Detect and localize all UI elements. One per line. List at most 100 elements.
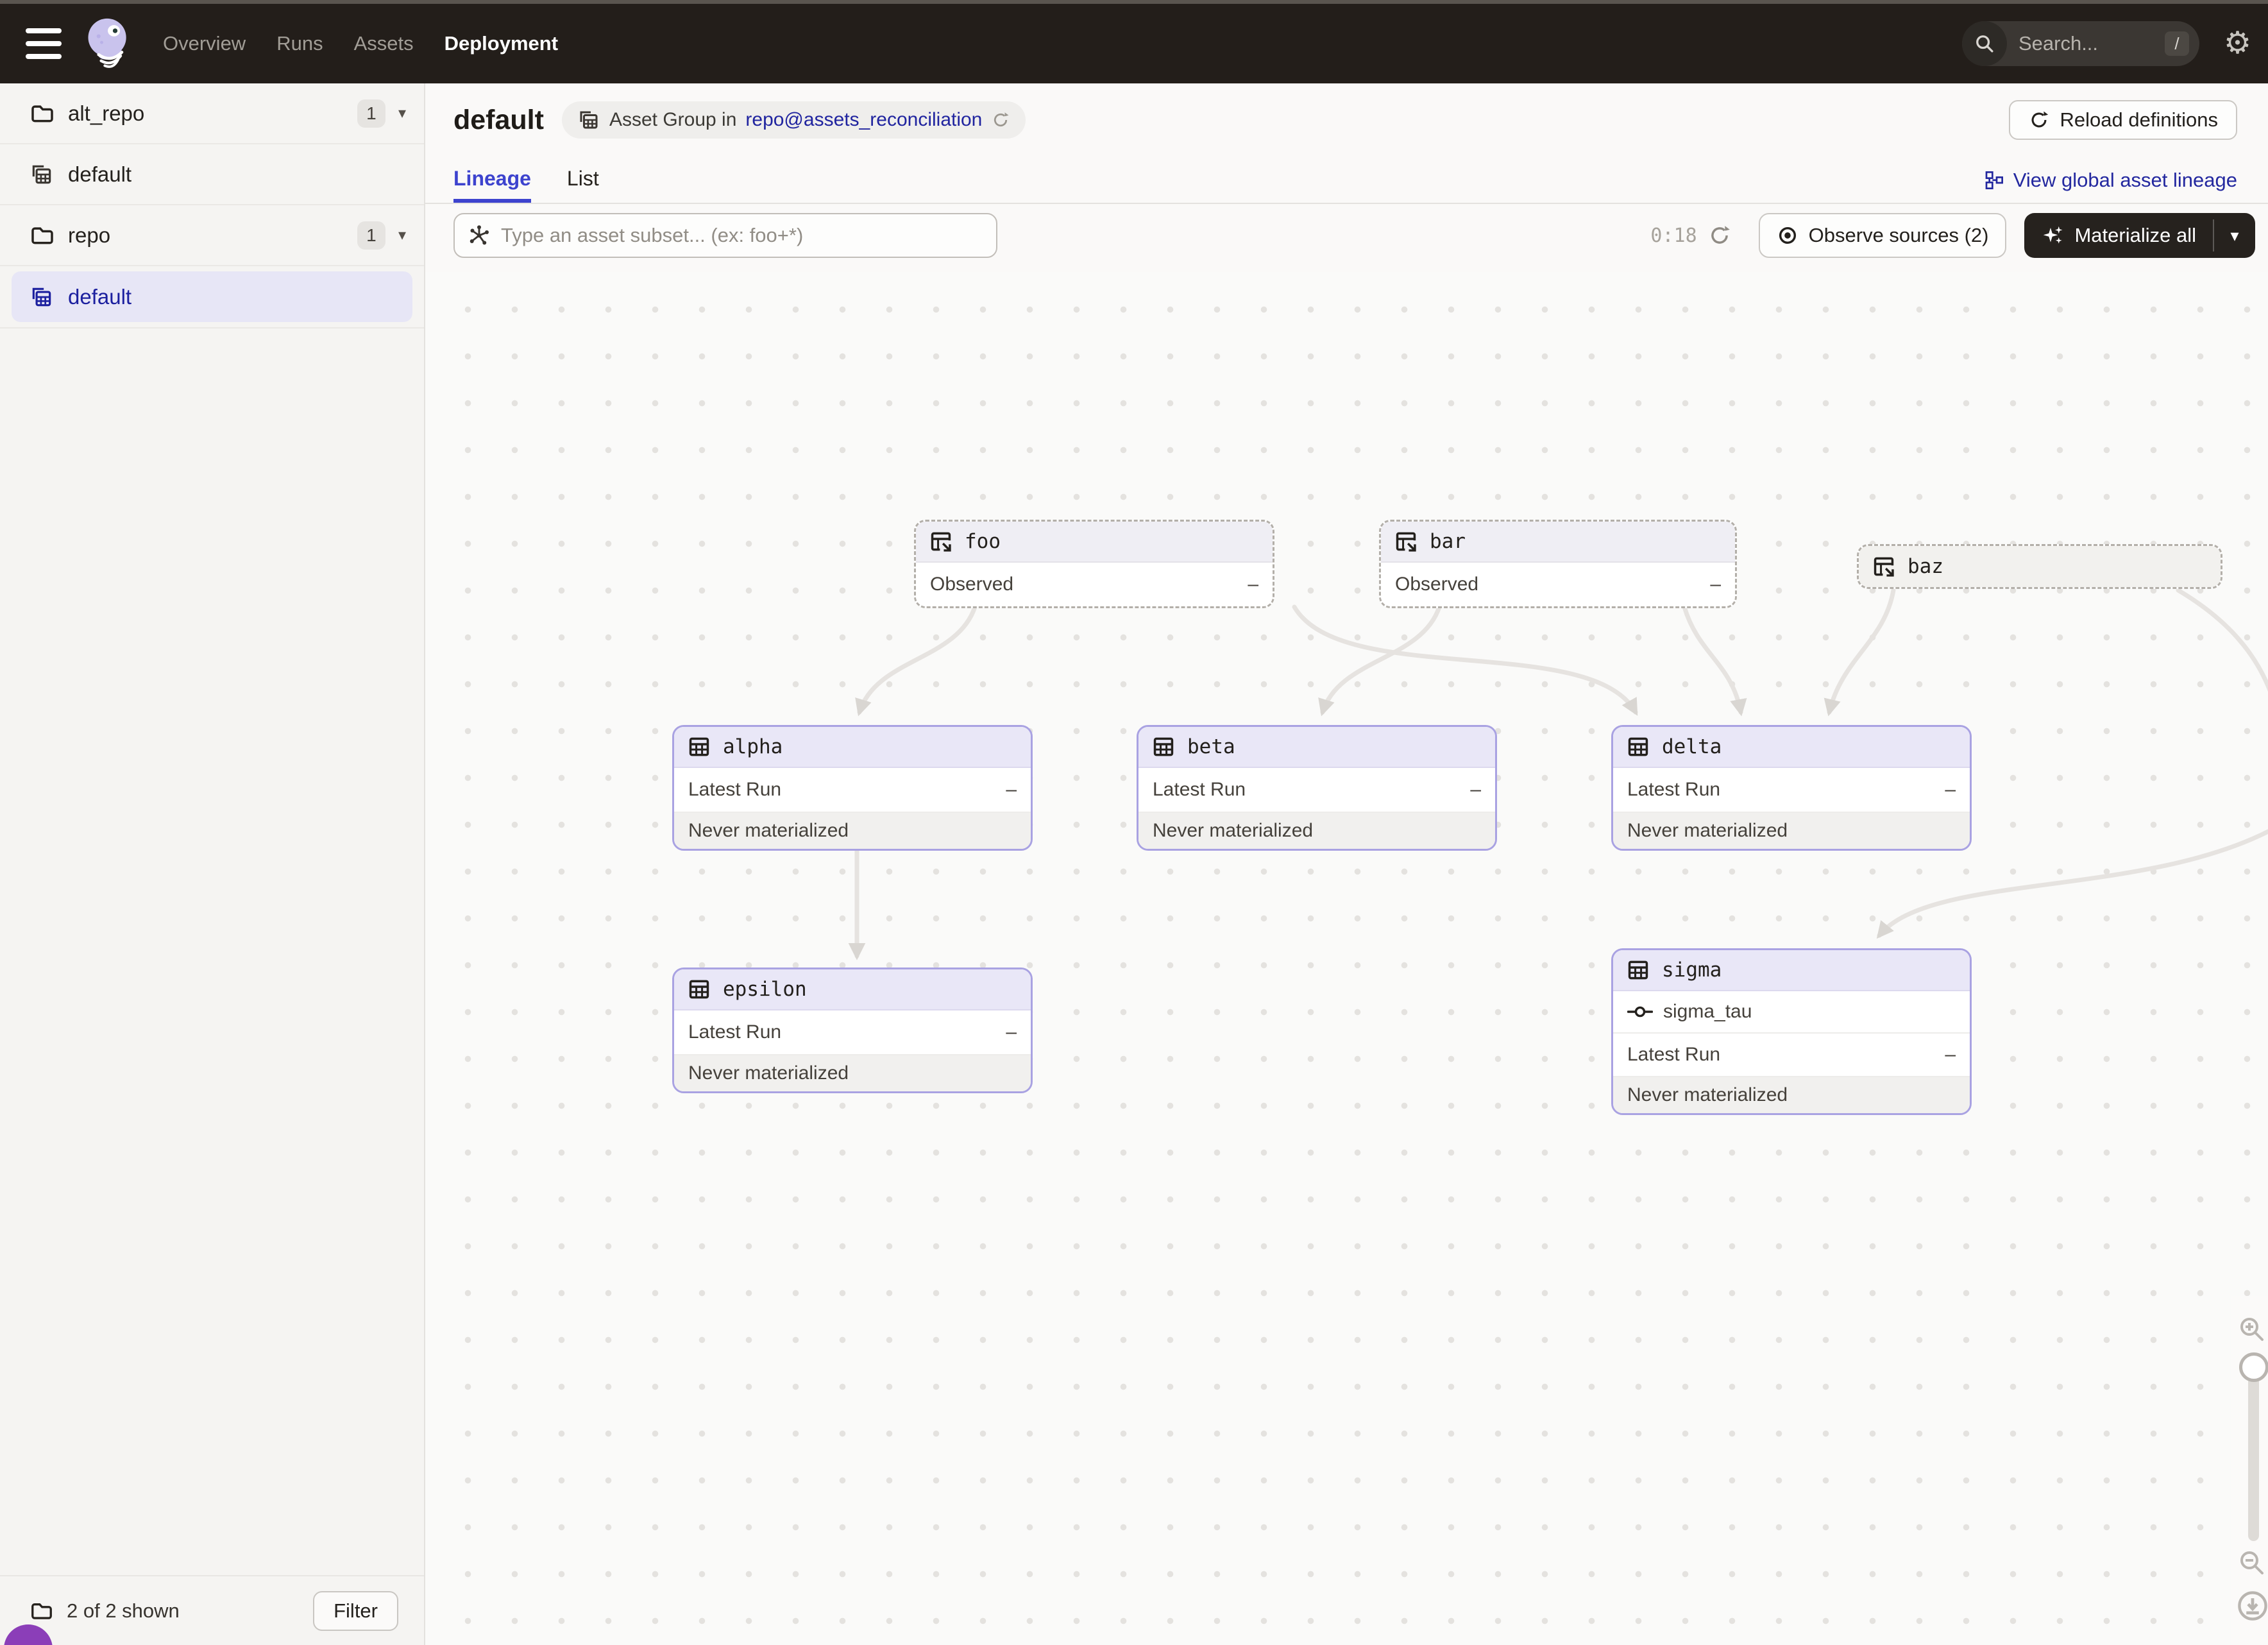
asset-node-foo[interactable]: foo Observed – — [914, 520, 1274, 608]
folder-icon — [30, 101, 55, 126]
sidebar-item-default-altrepo[interactable]: default — [0, 144, 424, 205]
repo-label: repo — [68, 223, 110, 248]
materialize-options-caret[interactable]: ▾ — [2214, 213, 2255, 258]
repo-count-badge: 1 — [357, 221, 385, 250]
status-label: Observed — [1395, 574, 1478, 595]
nav-item-deployment[interactable]: Deployment — [444, 32, 558, 55]
lineage-edge-baz-to-offscreen-right — [2178, 590, 2268, 699]
download-image-icon[interactable] — [2235, 1589, 2268, 1623]
page-title: default — [453, 105, 544, 136]
view-global-asset-lineage-link[interactable]: View global asset lineage — [1984, 169, 2237, 192]
sidebar-item-default-selected[interactable]: default — [12, 271, 412, 322]
status-value: – — [1945, 779, 1956, 801]
status-value: – — [1710, 574, 1721, 595]
asset-group-label: default — [68, 162, 131, 187]
asset-node-name: foo — [965, 530, 1001, 553]
materialize-all-button[interactable]: Materialize all — [2024, 213, 2213, 258]
repo-sidebar: alt_repo 1 ▾ default repo 1 ▾ — [0, 83, 425, 1645]
lineage-edge-foo-to-delta — [1294, 607, 1636, 712]
badge-prefix: Asset Group in — [609, 109, 736, 131]
asset-node-header: alpha — [674, 727, 1031, 768]
dagster-logo[interactable] — [83, 17, 133, 71]
chevron-down-icon[interactable]: ▾ — [398, 104, 406, 123]
lineage-edge-bar-to-beta — [1323, 607, 1439, 712]
lineage-edge-bar-to-delta — [1684, 607, 1741, 712]
global-search-input[interactable]: Search... / — [1962, 21, 2199, 66]
hamburger-menu-icon[interactable] — [26, 28, 62, 59]
tab-list[interactable]: List — [567, 158, 599, 203]
repo-location-link[interactable]: repo@assets_reconciliation — [745, 109, 982, 131]
status-value: – — [1945, 1044, 1956, 1066]
node-status-row: Latest Run– — [674, 1010, 1031, 1054]
asset-node-bar[interactable]: bar Observed – — [1379, 520, 1737, 608]
repo-label: alt_repo — [68, 101, 144, 126]
asset-group-icon — [30, 162, 55, 187]
status-label: Latest Run — [1627, 1044, 1720, 1066]
reload-definitions-button[interactable]: Reload definitions — [2009, 100, 2237, 140]
search-shortcut-key: / — [2165, 31, 2189, 56]
repo-count-badge: 1 — [357, 99, 385, 128]
folder-icon — [30, 1599, 54, 1623]
tab-lineage[interactable]: Lineage — [453, 158, 531, 203]
asset-subset-text-field[interactable] — [501, 224, 983, 247]
source-asset-icon — [1872, 554, 1896, 579]
materialization-label: Never materialized — [1627, 1084, 1788, 1106]
materialize-all-label: Materialize all — [2074, 224, 2196, 247]
asset-node-alpha[interactable]: alphaLatest Run–Never materialized — [672, 725, 1033, 851]
filter-button[interactable]: Filter — [313, 1591, 398, 1631]
graph-toolbar: 0:18 Observe sources (2) — [425, 213, 2268, 258]
zoom-out-icon[interactable] — [2235, 1546, 2267, 1578]
asset-node-delta[interactable]: deltaLatest Run–Never materialized — [1611, 725, 1972, 851]
nav-item-overview[interactable]: Overview — [163, 32, 246, 55]
asset-node-sigma[interactable]: sigmasigma_tau Latest Run – Never materiali… — [1611, 948, 1972, 1115]
status-label: Latest Run — [1153, 779, 1246, 801]
status-label: Latest Run — [1627, 779, 1720, 801]
reload-icon — [2028, 109, 2050, 131]
refresh-icon[interactable] — [991, 110, 1010, 130]
asset-node-baz[interactable]: baz — [1857, 544, 2222, 589]
view-global-asset-lineage-label: View global asset lineage — [2013, 169, 2237, 192]
shown-count-label: 2 of 2 shown — [67, 1599, 180, 1623]
zoom-slider-handle[interactable] — [2239, 1352, 2268, 1382]
status-value: – — [1006, 779, 1017, 801]
zoom-in-icon[interactable] — [2235, 1313, 2267, 1345]
sparkle-icon — [2041, 224, 2064, 247]
chevron-down-icon[interactable]: ▾ — [398, 226, 406, 244]
asset-node-beta[interactable]: betaLatest Run–Never materialized — [1137, 725, 1497, 851]
table-asset-icon — [687, 735, 711, 759]
lineage-edge-foo-to-alpha — [859, 607, 975, 712]
asset-selector-icon — [468, 224, 491, 247]
refresh-icon[interactable] — [1707, 223, 1733, 248]
table-asset-icon — [1626, 958, 1650, 982]
observe-sources-label: Observe sources (2) — [1809, 224, 1989, 247]
status-label: Observed — [930, 574, 1013, 595]
status-value: – — [1248, 574, 1258, 595]
asset-node-header: foo — [916, 522, 1273, 563]
page-header: default Asset Group in repo@assets_recon… — [425, 83, 2268, 139]
asset-node-name: alpha — [723, 735, 783, 758]
nav-item-runs[interactable]: Runs — [276, 32, 323, 55]
gear-icon[interactable]: ⚙ — [2224, 28, 2251, 59]
lineage-canvas[interactable]: fooObserved–barObserved–bazalphaLatest R… — [425, 272, 2268, 1645]
asset-node-header: sigma — [1613, 950, 1970, 991]
sidebar-item-alt-repo[interactable]: alt_repo 1 ▾ — [0, 83, 424, 144]
main-content: default Asset Group in repo@assets_recon… — [425, 83, 2268, 1645]
asset-subset-input[interactable] — [453, 213, 997, 258]
status-value: – — [1006, 1021, 1017, 1043]
asset-node-epsilon[interactable]: epsilon Latest Run–Never materialized — [672, 967, 1033, 1093]
asset-node-name: epsilon — [723, 978, 807, 1001]
zoom-slider-track[interactable] — [2248, 1367, 2259, 1541]
node-materialization-row: Never materialized — [674, 1054, 1031, 1091]
asset-node-header: bar — [1381, 522, 1735, 563]
node-check-row: sigma_tau — [1613, 991, 1970, 1032]
observe-sources-button[interactable]: Observe sources (2) — [1759, 213, 2007, 258]
sidebar-item-repo[interactable]: repo 1 ▾ — [0, 205, 424, 266]
materialization-label: Never materialized — [1153, 820, 1313, 842]
nav-item-assets[interactable]: Assets — [354, 32, 414, 55]
asset-node-header: delta — [1613, 727, 1970, 768]
table-asset-icon — [1626, 735, 1650, 759]
asset-check-icon — [1627, 1002, 1653, 1021]
lineage-edges — [425, 272, 2268, 1645]
asset-node-name: baz — [1908, 555, 1943, 578]
node-status-row: Latest Run – — [1613, 768, 1970, 812]
